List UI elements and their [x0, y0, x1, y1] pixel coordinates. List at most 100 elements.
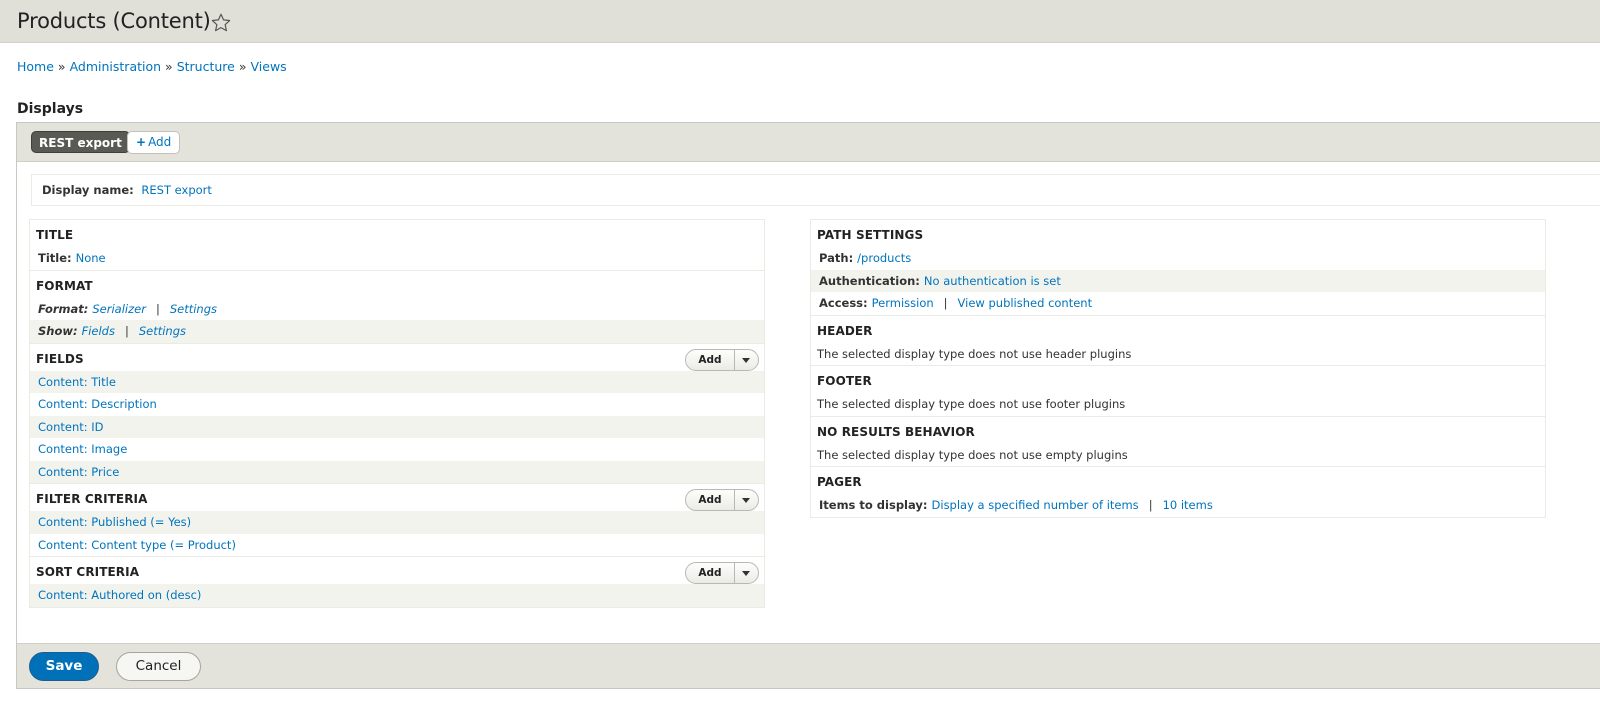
list-item: Content: Title — [30, 370, 764, 393]
section-title: NO RESULTS BEHAVIOR — [817, 424, 975, 439]
list-item: Content: Published (= Yes) — [30, 511, 764, 534]
displays-heading: Displays — [17, 101, 84, 117]
filters-add-dropbutton: Add — [685, 489, 759, 511]
list-item: Content: Content type (= Product) — [30, 534, 764, 557]
left-column: TITLE Title: None FORMAT Format: Serialize… — [29, 219, 765, 608]
display-name-label: Display name: — [42, 183, 134, 197]
star-outline-icon[interactable] — [210, 12, 232, 34]
fields-add-toggle[interactable] — [735, 350, 758, 370]
title-section: TITLE Title: None — [30, 220, 764, 271]
show-settings-link[interactable]: Settings — [139, 324, 186, 338]
path-settings-section: PATH SETTINGS Path:/products Authenticat… — [811, 220, 1545, 316]
pager-section: PAGER Items to display: Display a specifi… — [811, 467, 1545, 517]
breadcrumb-views[interactable]: Views — [251, 59, 287, 74]
caret-down-icon — [742, 498, 750, 503]
page-title: Products (Content) — [17, 9, 211, 33]
fields-add-dropbutton: Add — [685, 348, 759, 371]
add-display-button[interactable]: + Add — [127, 131, 181, 154]
show-fields-link[interactable]: Fields — [82, 324, 115, 338]
cancel-button[interactable]: Cancel — [116, 652, 201, 681]
list-item: Content: Description — [30, 393, 764, 416]
format-label: Format: — [38, 301, 89, 316]
format-settings-link[interactable]: Settings — [170, 302, 217, 316]
filters-add-toggle[interactable] — [735, 490, 758, 510]
footer-section: FOOTER The selected display type does no… — [811, 366, 1545, 417]
section-title: FIELDS — [36, 351, 84, 366]
section-title: SORT CRITERIA — [36, 565, 140, 579]
caret-down-icon — [742, 571, 750, 576]
list-item: Content: Image — [30, 438, 764, 461]
show-label: Show: — [38, 324, 78, 338]
right-column: PATH SETTINGS Path:/products Authenticat… — [810, 219, 1546, 518]
authentication-row: Authentication: No authentication is set — [811, 269, 1545, 292]
display-tabs: REST export + Add — [17, 123, 1600, 162]
pager-type-link[interactable]: Display a specified number of items — [932, 498, 1139, 512]
sort-criteria-section: SORT CRITERIA Add Content: Authored on (… — [30, 557, 764, 607]
show-row: Show: Fields | Settings — [30, 320, 764, 343]
breadcrumb-home[interactable]: Home — [17, 59, 54, 74]
display-panel: REST export + Add Display name: REST expo… — [16, 122, 1600, 689]
list-item: Content: ID — [30, 415, 764, 438]
path-link[interactable]: /products — [857, 251, 911, 265]
access-row: Access: Permission | View published content — [811, 292, 1545, 315]
authentication-link[interactable]: No authentication is set — [924, 274, 1061, 288]
section-title: FILTER CRITERIA — [36, 492, 148, 506]
field-link[interactable]: Content: Image — [38, 442, 127, 456]
field-link[interactable]: Content: Title — [38, 375, 116, 389]
fields-section: FIELDS Add Content: Title Content: Descr… — [30, 344, 764, 484]
tab-rest-export[interactable]: REST export — [31, 131, 130, 153]
pager-label: Items to display: — [819, 498, 928, 512]
sorts-add-dropbutton: Add — [685, 562, 759, 584]
format-section: FORMAT Format: Serializer | Settings Show: F… — [30, 271, 764, 344]
section-title: TITLE — [36, 228, 74, 242]
plus-icon: + — [136, 135, 147, 149]
filter-link[interactable]: Content: Published (= Yes) — [38, 515, 191, 529]
list-item: Content: Authored on (desc) — [30, 584, 764, 607]
path-label: Path: — [819, 251, 854, 265]
sorts-add-button[interactable]: Add — [686, 563, 735, 583]
sort-link[interactable]: Content: Authored on (desc) — [38, 588, 201, 602]
pager-row: Items to display: Display a specified num… — [811, 494, 1545, 517]
fields-add-button[interactable]: Add — [686, 349, 735, 370]
authentication-label: Authentication: — [819, 273, 920, 288]
section-title: FOOTER — [817, 374, 872, 388]
format-row: Format: Serializer | Settings — [30, 298, 764, 321]
breadcrumb-separator: » — [165, 59, 173, 74]
list-item: Content: Price — [30, 460, 764, 483]
section-title: PAGER — [817, 475, 862, 489]
breadcrumb-administration[interactable]: Administration — [70, 59, 161, 74]
field-link[interactable]: Content: ID — [38, 420, 104, 434]
display-name-row: Display name: REST export — [31, 174, 1600, 206]
title-label: Title: — [38, 251, 72, 265]
breadcrumb-separator: » — [238, 59, 247, 74]
field-link[interactable]: Content: Price — [38, 465, 119, 479]
filter-criteria-section: FILTER CRITERIA Add Content: Published (… — [30, 484, 764, 557]
breadcrumb-structure[interactable]: Structure — [177, 59, 235, 74]
save-button[interactable]: Save — [29, 652, 99, 681]
footer-text: The selected display type does not use f… — [817, 397, 1126, 411]
access-permission-link[interactable]: Permission — [872, 296, 934, 310]
section-title: PATH SETTINGS — [817, 228, 924, 242]
form-actions: Save Cancel — [17, 643, 1600, 688]
filter-link[interactable]: Content: Content type (= Product) — [38, 538, 236, 552]
access-detail-link[interactable]: View published content — [958, 296, 1093, 310]
pipe-separator: | — [155, 301, 160, 316]
no-results-section: NO RESULTS BEHAVIOR The selected display… — [811, 417, 1545, 467]
display-name-link[interactable]: REST export — [141, 183, 212, 197]
pager-count-link[interactable]: 10 items — [1163, 498, 1213, 512]
path-row: Path:/products — [811, 247, 1545, 270]
section-title: FORMAT — [36, 278, 93, 293]
pipe-separator: | — [943, 296, 948, 310]
title-value-link[interactable]: None — [76, 251, 106, 265]
format-serializer-link[interactable]: Serializer — [92, 302, 146, 316]
page-header: Products (Content) — [0, 0, 1600, 43]
field-link[interactable]: Content: Description — [38, 397, 157, 411]
title-row: Title: None — [30, 247, 764, 270]
caret-down-icon — [742, 357, 750, 363]
header-section: HEADER The selected display type does no… — [811, 316, 1545, 366]
add-display-label: Add — [148, 135, 172, 149]
sorts-add-toggle[interactable] — [735, 563, 758, 583]
pipe-separator: | — [1148, 498, 1153, 512]
breadcrumb-separator: » — [57, 59, 66, 74]
filters-add-button[interactable]: Add — [686, 490, 735, 510]
